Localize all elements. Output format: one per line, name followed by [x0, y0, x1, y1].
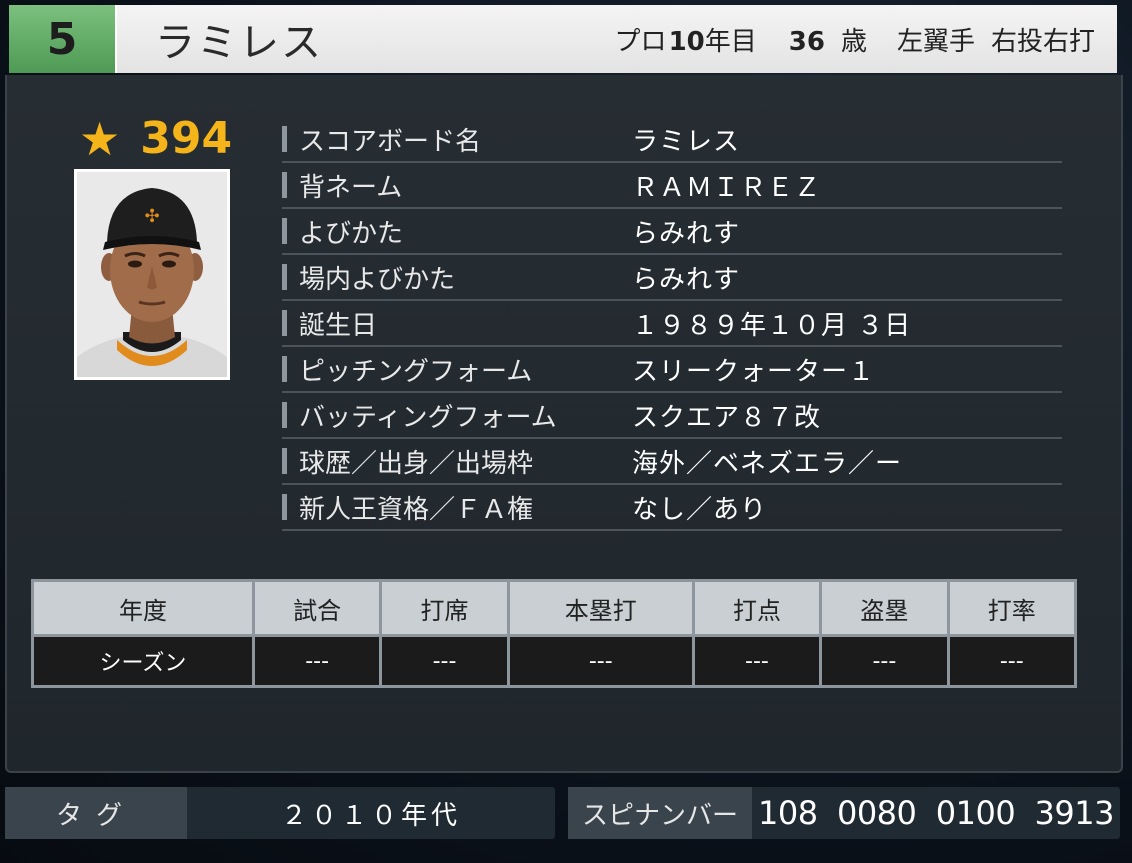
row-marker: [282, 264, 287, 290]
table-cell: ---: [506, 634, 695, 688]
column-header: 打点: [691, 579, 823, 637]
info-row-stadium-reading: 場内よびかた らみれす: [282, 255, 1062, 301]
row-marker: [282, 218, 287, 244]
svg-text:✣: ✣: [144, 206, 159, 227]
row-marker: [282, 402, 287, 428]
info-label: 場内よびかた: [299, 264, 456, 295]
info-value: スリークォーター１: [632, 356, 876, 387]
rating-value: 394: [140, 113, 233, 164]
spin-number-bar: スピナンバー 108 0080 0100 3913: [568, 787, 1120, 839]
player-rating: ★ 394: [79, 113, 232, 164]
column-header: 打率: [946, 579, 1078, 637]
tag-label: タグ: [5, 787, 187, 839]
info-label: ピッチングフォーム: [299, 356, 533, 387]
column-header: 年度: [31, 579, 255, 637]
table-cell: ---: [946, 634, 1078, 688]
column-header: 試合: [251, 579, 383, 637]
column-header: 盗塁: [819, 579, 950, 637]
player-header: 5 ラミレス プロ 10 年目 36 歳 左翼手 右投右打: [9, 5, 1117, 73]
info-label: 新人王資格／ＦＡ権: [299, 494, 534, 525]
info-label: よびかた: [299, 218, 404, 249]
info-row-rookie-fa: 新人王資格／ＦＡ権 なし／あり: [282, 485, 1062, 531]
row-marker: [282, 126, 287, 152]
info-label: 背ネーム: [299, 172, 403, 203]
row-marker: [282, 356, 287, 382]
info-row-batting-form: バッティングフォーム スクエア８７改: [282, 393, 1062, 439]
age-unit: 歳: [840, 26, 867, 57]
info-value: らみれす: [632, 264, 741, 295]
spin-number-value: 108 0080 0100 3913: [758, 794, 1114, 832]
row-marker: [282, 172, 287, 198]
player-face-image: ✣: [77, 172, 227, 377]
info-value: らみれす: [632, 218, 741, 249]
pro-suffix: 年目: [704, 26, 757, 57]
uniform-number: 5: [9, 5, 117, 73]
info-row-scoreboard-name: スコアボード名 ラミレス: [282, 117, 1062, 163]
pro-years: 10: [668, 26, 705, 57]
star-icon: ★: [79, 111, 121, 166]
info-row-birthday: 誕生日 １９８９年１０月 ３日: [282, 301, 1062, 347]
position: 左翼手: [896, 26, 975, 57]
row-marker: [282, 494, 287, 520]
player-info-list: スコアボード名 ラミレス 背ネーム ＲＡＭＩＲＥＺ よびかた らみれす 場内よび…: [282, 117, 1062, 531]
info-value: ラミレス: [632, 126, 741, 157]
tag-bar: タグ ２０１０年代: [5, 787, 555, 839]
info-row-reading: よびかた らみれす: [282, 209, 1062, 255]
player-name: ラミレス: [155, 20, 323, 66]
info-row-career: 球歴／出身／出場枠 海外／ベネズエラ／ー: [282, 439, 1062, 485]
info-value: ＲＡＭＩＲＥＺ: [632, 172, 822, 203]
tag-value: ２０１０年代: [280, 800, 461, 831]
spin-number-label: スピナンバー: [568, 787, 752, 839]
season-stats-table: 年度 試合 打席 本塁打 打点 盗塁 打率 シーズン --- --- --- -…: [31, 579, 1078, 688]
throw-bat: 右投右打: [990, 26, 1095, 57]
age-value: 36: [788, 26, 825, 57]
pro-prefix: プロ: [614, 26, 667, 57]
info-value: なし／あり: [632, 494, 768, 525]
table-row: シーズン --- --- --- --- --- ---: [31, 634, 1078, 688]
table-cell: ---: [819, 634, 950, 688]
player-summary: プロ 10 年目 36 歳 左翼手 右投右打: [615, 21, 1095, 58]
info-label: スコアボード名: [299, 126, 482, 157]
info-row-back-name: 背ネーム ＲＡＭＩＲＥＺ: [282, 163, 1062, 209]
table-cell: ---: [379, 634, 510, 688]
info-value: 海外／ベネズエラ／ー: [632, 448, 903, 479]
player-detail-panel: ★ 394 ✣ スコアボード名 ラミレス 背ネーム ＲＡＭＩＲＥＺ よびかた ら…: [5, 75, 1123, 773]
table-cell: ---: [251, 634, 383, 688]
column-header: 本塁打: [506, 579, 695, 637]
info-label: バッティングフォーム: [299, 402, 557, 433]
row-marker: [282, 448, 287, 474]
row-marker: [282, 310, 287, 336]
column-header: 打席: [379, 579, 510, 637]
info-label: 誕生日: [299, 310, 378, 341]
info-row-pitching-form: ピッチングフォーム スリークォーター１: [282, 347, 1062, 393]
info-value: スクエア８７改: [632, 402, 822, 433]
info-value: １９８９年１０月 ３日: [632, 310, 912, 341]
table-header-row: 年度 試合 打席 本塁打 打点 盗塁 打率: [31, 579, 1078, 637]
info-label: 球歴／出身／出場枠: [299, 448, 534, 479]
table-cell: ---: [691, 634, 823, 688]
player-portrait: ✣: [74, 169, 230, 380]
table-cell: シーズン: [31, 634, 255, 688]
